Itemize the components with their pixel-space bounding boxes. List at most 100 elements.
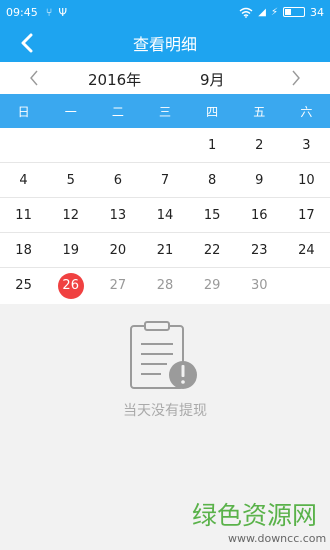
day-number: 11 (15, 207, 32, 223)
calendar-day[interactable]: 20 (94, 233, 141, 267)
day-number: 3 (302, 137, 311, 153)
calendar-day[interactable]: 18 (0, 233, 47, 267)
weekday-label: 日 (17, 104, 30, 119)
calendar-day[interactable]: 29 (189, 268, 236, 303)
calendar-week-row: 4 5 6 7 8 9 10 (0, 163, 330, 198)
calendar-day[interactable]: 24 (283, 233, 330, 267)
calendar-day[interactable]: 27 (94, 268, 141, 303)
calendar-empty-cell (0, 128, 47, 162)
calendar-day[interactable]: 9 (236, 163, 283, 197)
weekday-header: 日 一 二 三 四 五 六 (0, 94, 330, 128)
calendar-day[interactable]: 8 (189, 163, 236, 197)
empty-state: 当天没有提现 (0, 304, 330, 500)
share-icon: ⑂ (45, 5, 53, 19)
day-number: 2 (255, 137, 264, 153)
calendar-day[interactable]: 25 (0, 268, 47, 303)
status-time: 09:45 (6, 5, 38, 19)
signal-icon: ◢ (258, 6, 266, 18)
status-right: ◢ ⚡ 34 (239, 6, 324, 19)
calendar-empty-cell (47, 128, 94, 162)
chevron-left-icon (30, 70, 38, 86)
wifi-icon (239, 7, 253, 18)
status-bar: 09:45 ⑂ Ψ ◢ ⚡ 34 (0, 0, 330, 24)
day-number: 22 (203, 242, 221, 258)
calendar-day[interactable]: 17 (283, 198, 330, 232)
day-number: 19 (62, 242, 79, 258)
calendar-day[interactable]: 19 (47, 233, 94, 267)
day-number: 8 (207, 172, 217, 188)
weekday-label: 六 (300, 104, 313, 119)
calendar-day[interactable]: 28 (141, 268, 188, 303)
calendar-day[interactable]: 15 (189, 198, 236, 232)
calendar-day[interactable]: 13 (94, 198, 141, 232)
day-number: 29 (203, 278, 221, 293)
day-number: 27 (109, 278, 127, 293)
day-number: 6 (113, 172, 122, 188)
day-number: 28 (156, 278, 174, 293)
day-number: 10 (298, 172, 315, 188)
calendar-day[interactable]: 30 (236, 268, 283, 303)
day-number: 15 (203, 207, 221, 223)
day-number: 21 (156, 242, 174, 258)
year-label: 2016年 (88, 71, 142, 89)
day-number: 18 (15, 242, 32, 258)
battery-level: 34 (310, 5, 324, 19)
calendar-day[interactable]: 14 (141, 198, 188, 232)
chevron-right-icon (292, 70, 300, 86)
calendar-day[interactable]: 12 (47, 198, 94, 232)
calendar-week-row: 18 19 20 21 22 23 24 (0, 233, 330, 268)
day-number: 16 (251, 207, 268, 223)
calendar-day[interactable]: 4 (0, 163, 47, 197)
prev-month-button[interactable] (24, 68, 44, 88)
day-number: 14 (156, 207, 174, 223)
calendar-day[interactable]: 2 (236, 128, 283, 162)
watermark-brand: 绿色资源网 (192, 501, 318, 530)
calendar-empty-cell (141, 128, 188, 162)
empty-record-icon (125, 320, 205, 396)
day-number: 25 (15, 278, 32, 293)
app-header: 查看明细 (0, 24, 330, 62)
charging-icon: ⚡ (270, 6, 278, 18)
day-number: 30 (251, 278, 268, 293)
calendar-day[interactable]: 11 (0, 198, 47, 232)
next-month-button[interactable] (286, 68, 306, 88)
empty-message: 当天没有提现 (123, 403, 207, 419)
calendar-day[interactable]: 23 (236, 233, 283, 267)
calendar-empty-cell (283, 268, 330, 303)
calendar-day[interactable]: 21 (141, 233, 188, 267)
day-number: 4 (19, 172, 28, 188)
calendar-day[interactable]: 1 (189, 128, 236, 162)
calendar-grid: 1 2 3 4 5 6 7 8 9 10 11 12 13 14 15 16 17 18 19 20 21 22 23 24 2… (0, 128, 330, 304)
calendar-day[interactable]: 10 (283, 163, 330, 197)
calendar-day[interactable]: 5 (47, 163, 94, 197)
calendar-week-row: 25 26 27 28 29 30 (0, 268, 330, 303)
calendar-empty-cell (94, 128, 141, 162)
day-number: 9 (255, 172, 264, 188)
day-number: 23 (251, 242, 268, 258)
calendar-day[interactable]: 7 (141, 163, 188, 197)
calendar-day[interactable]: 22 (189, 233, 236, 267)
day-number: 17 (298, 207, 315, 223)
day-number: 20 (109, 242, 127, 258)
watermark-url: www.downcc.com (228, 532, 327, 545)
calendar-week-row: 11 12 13 14 15 16 17 (0, 198, 330, 233)
weekday-label: 三 (158, 104, 171, 119)
day-number: 7 (160, 172, 170, 188)
calendar-day[interactable]: 6 (94, 163, 141, 197)
back-button[interactable] (14, 30, 40, 56)
weekday-label: 一 (64, 104, 77, 119)
chevron-left-icon (21, 33, 33, 53)
day-number: 1 (207, 137, 217, 153)
weekday-label: 五 (253, 104, 266, 119)
calendar-day[interactable]: 26 (47, 268, 94, 303)
usb-icon: Ψ (58, 5, 67, 19)
month-navigator: 2016年 9月 (0, 62, 330, 94)
calendar-day[interactable]: 16 (236, 198, 283, 232)
day-number: 24 (298, 242, 315, 258)
watermark: 绿色资源网 www.downcc.com (180, 496, 330, 550)
day-number: 13 (109, 207, 127, 223)
day-number: 12 (62, 207, 79, 223)
page-title: 查看明细 (132, 35, 197, 54)
calendar-day[interactable]: 3 (283, 128, 330, 162)
battery-icon (283, 7, 305, 17)
